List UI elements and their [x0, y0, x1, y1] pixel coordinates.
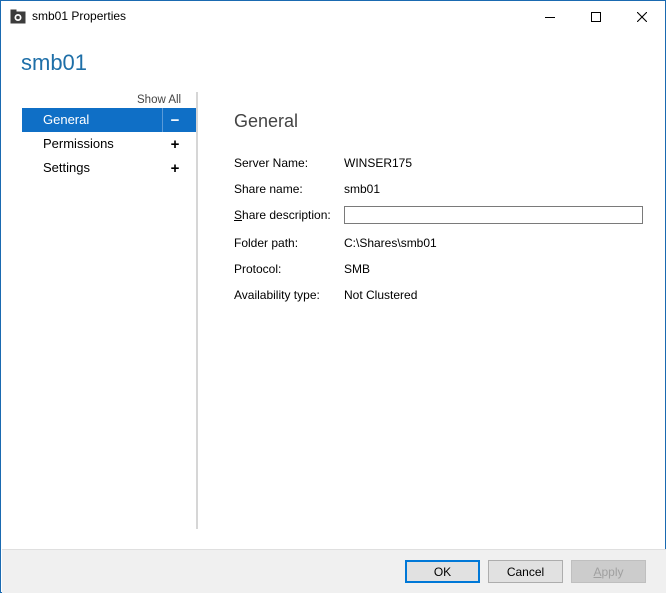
show-all-link[interactable]: Show All: [137, 94, 181, 106]
availability-type-value: Not Clustered: [344, 288, 418, 302]
collapse-icon[interactable]: −: [163, 108, 187, 132]
apply-button[interactable]: Apply: [571, 560, 646, 583]
dialog-footer: [2, 549, 666, 593]
nav-item-label: Permissions: [43, 136, 114, 151]
share-name-value: smb01: [344, 182, 381, 196]
nav-divider: [196, 92, 198, 529]
protocol-value: SMB: [344, 262, 371, 276]
maximize-button[interactable]: [573, 1, 619, 32]
folder-path-label: Folder path:: [234, 236, 299, 250]
server-name-value: WINSER175: [344, 156, 413, 170]
share-description-input[interactable]: [344, 206, 643, 224]
minimize-button[interactable]: [527, 1, 573, 32]
window-title: smb01 Properties: [32, 9, 127, 23]
access-key-letter: A: [593, 564, 602, 579]
nav-item-label: General: [43, 112, 90, 127]
close-icon: [637, 11, 647, 22]
ok-button[interactable]: OK: [405, 560, 480, 583]
close-button[interactable]: [619, 1, 665, 32]
button-label-text: pply: [601, 564, 624, 579]
title-bar[interactable]: smb01 Properties: [1, 1, 665, 32]
expand-icon[interactable]: +: [163, 132, 187, 156]
access-key-letter: S: [234, 208, 243, 222]
share-description-label: Share description:: [234, 208, 331, 222]
cancel-button[interactable]: Cancel: [488, 560, 563, 583]
nav-item-label: Settings: [43, 160, 90, 175]
nav-item-settings[interactable]: Settings +: [22, 156, 196, 180]
share-name-label: Share name:: [234, 182, 303, 196]
nav-item-permissions[interactable]: Permissions +: [22, 132, 196, 156]
properties-window: smb01 Properties smb01 Show All General …: [0, 0, 666, 593]
expand-icon[interactable]: +: [163, 156, 187, 180]
label-text: hare description:: [242, 208, 331, 222]
share-folder-icon: [10, 9, 26, 24]
folder-path-value: C:\Shares\smb01: [344, 236, 437, 250]
page-title: smb01: [21, 50, 88, 75]
section-title: General: [234, 111, 299, 131]
maximize-icon: [591, 11, 601, 22]
server-name-label: Server Name:: [234, 156, 309, 170]
protocol-label: Protocol:: [234, 262, 282, 276]
nav-item-general[interactable]: General −: [22, 108, 196, 132]
minimize-icon: [545, 12, 555, 22]
availability-type-label: Availability type:: [234, 288, 320, 302]
